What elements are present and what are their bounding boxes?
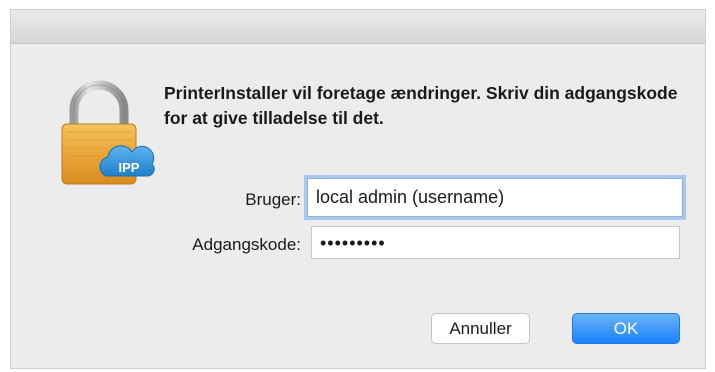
dialog-message: PrinterInstaller vil foretage ændringer.… (164, 83, 678, 128)
ipp-badge-text: IPP (119, 160, 140, 175)
user-label: Bruger: (245, 190, 301, 209)
username-field[interactable]: local admin (username) (307, 178, 683, 217)
password-label: Adgangskode: (192, 235, 301, 254)
title-bar[interactable] (11, 10, 705, 44)
ok-button[interactable]: OK (572, 313, 680, 344)
cancel-button[interactable]: Annuller (431, 313, 530, 344)
password-field[interactable]: ••••••••• (311, 226, 680, 259)
padlock-ipp-icon: IPP (61, 80, 155, 185)
authentication-dialog: IPP PrinterInstaller vil foretage ændrin… (10, 9, 706, 369)
